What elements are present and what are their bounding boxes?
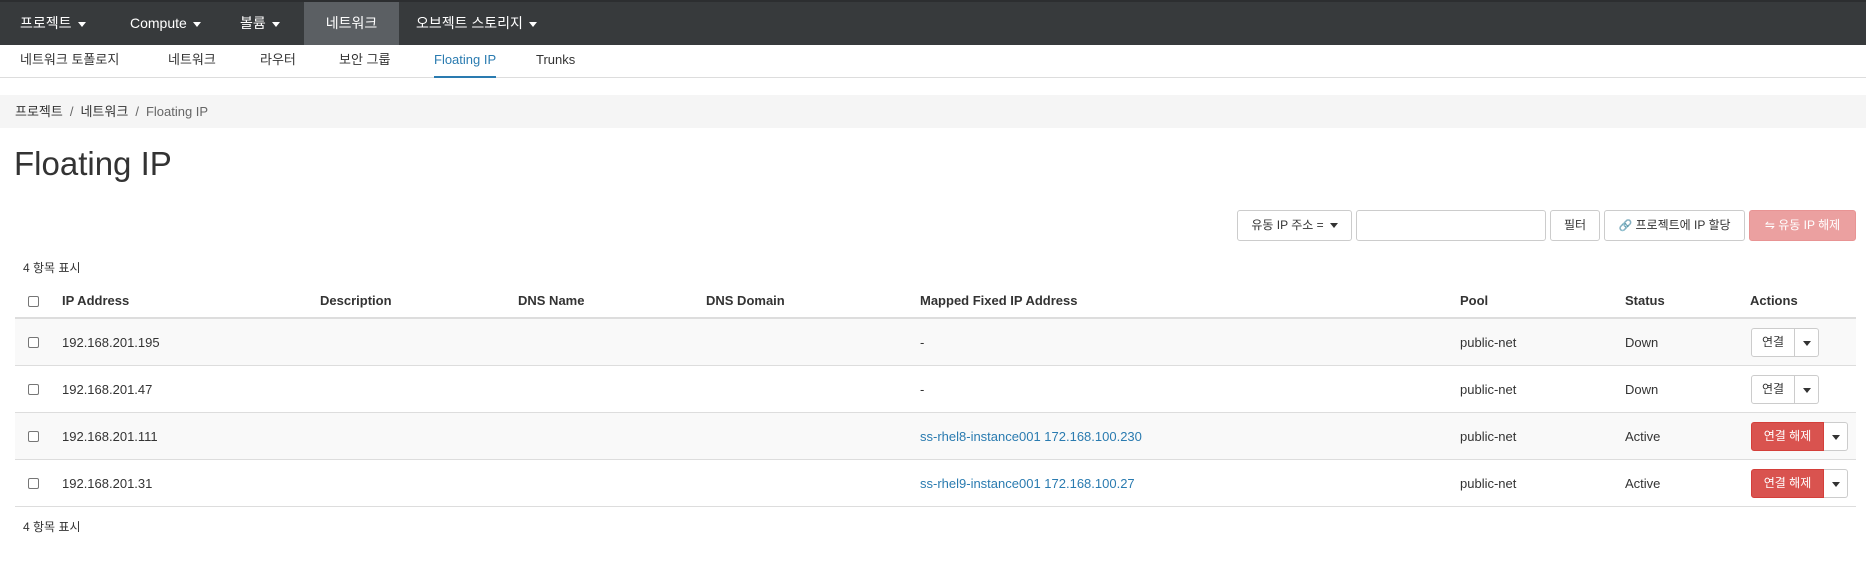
associate-button[interactable]: 연결: [1751, 328, 1795, 357]
filter-input[interactable]: [1356, 210, 1546, 241]
chevron-down-icon: [528, 21, 537, 27]
row-checkbox[interactable]: [28, 384, 39, 395]
row-status: Down: [1625, 335, 1659, 350]
row-pool: public-net: [1460, 335, 1517, 350]
table-row: 192.168.201.111 ss-rhel8-instance001 172…: [15, 413, 1856, 460]
allocate-ip-button[interactable]: 🔗 프로젝트에 IP 할당: [1604, 210, 1745, 241]
chevron-down-icon: [1802, 388, 1811, 394]
page-title: Floating IP: [14, 145, 172, 182]
column-pool[interactable]: Pool: [1460, 283, 1488, 319]
link-icon: 🔗: [1618, 220, 1633, 232]
topnav-item-project[interactable]: 프로젝트: [0, 2, 106, 45]
chevron-down-icon: [1831, 482, 1840, 488]
column-dns-name[interactable]: DNS Name: [518, 283, 584, 319]
row-status: Active: [1625, 429, 1661, 444]
disassociate-button[interactable]: 연결 해제: [1751, 469, 1824, 498]
column-actions: Actions: [1750, 293, 1798, 308]
breadcrumb-network[interactable]: 네트워크: [80, 104, 128, 119]
actions-dropdown-toggle[interactable]: [1795, 328, 1819, 357]
topnav-item-volume[interactable]: 볼륨: [220, 2, 300, 45]
row-ip-address: 192.168.201.47: [62, 382, 153, 397]
breadcrumb-project[interactable]: 프로젝트: [15, 104, 63, 119]
row-mapped-fixed-ip-link[interactable]: ss-rhel8-instance001 172.168.100.230: [920, 413, 1142, 460]
filter-field-select[interactable]: 유동 IP 주소 =: [1237, 210, 1352, 241]
filter-button[interactable]: 필터: [1550, 210, 1600, 241]
row-mapped-fixed-ip: -: [920, 382, 925, 397]
breadcrumb: 프로젝트 / 네트워크 / Floating IP: [0, 95, 1866, 128]
tab-routers[interactable]: 라우터: [260, 45, 296, 78]
topnav-item-object-storage[interactable]: 오브젝트 스토리지: [396, 2, 557, 45]
column-status[interactable]: Status: [1625, 283, 1665, 319]
chevron-down-icon: [1329, 223, 1338, 229]
row-ip-address: 192.168.201.195: [62, 335, 160, 350]
row-status: Down: [1625, 382, 1659, 397]
tab-trunks[interactable]: Trunks: [536, 45, 575, 78]
release-ip-button[interactable]: ⇋ 유동 IP 해제: [1749, 210, 1856, 241]
topnav-item-compute[interactable]: Compute: [110, 2, 221, 45]
item-count-bottom: 4 항목 표시: [23, 520, 81, 534]
chevron-down-icon: [192, 21, 201, 27]
row-checkbox[interactable]: [28, 337, 39, 348]
topnav-item-network[interactable]: 네트워크: [304, 2, 399, 45]
actions-dropdown-toggle[interactable]: [1824, 469, 1848, 498]
chevron-down-icon: [271, 21, 280, 27]
tab-network-topology[interactable]: 네트워크 토폴로지: [20, 45, 119, 78]
column-dns-domain[interactable]: DNS Domain: [706, 283, 785, 319]
actions-dropdown-toggle[interactable]: [1824, 422, 1848, 451]
select-all-checkbox[interactable]: [28, 296, 39, 307]
disassociate-button[interactable]: 연결 해제: [1751, 422, 1824, 451]
column-ip-address[interactable]: IP Address: [62, 283, 129, 319]
chevron-down-icon: [1831, 435, 1840, 441]
chevron-down-icon: [1802, 341, 1811, 347]
unlink-icon: ⇋: [1764, 218, 1775, 232]
row-pool: public-net: [1460, 476, 1517, 491]
associate-button[interactable]: 연결: [1751, 375, 1795, 404]
top-navigation: 프로젝트 Compute 볼륨 네트워크 오브젝트 스토리지: [0, 0, 1866, 45]
chevron-down-icon: [77, 21, 86, 27]
sub-navigation: 네트워크 토폴로지 네트워크 라우터 보안 그룹 Floating IP Tru…: [0, 45, 1866, 78]
row-checkbox[interactable]: [28, 431, 39, 442]
column-description[interactable]: Description: [320, 283, 392, 319]
row-ip-address: 192.168.201.111: [62, 429, 158, 444]
breadcrumb-current: Floating IP: [145, 104, 209, 119]
column-mapped-fixed-ip[interactable]: Mapped Fixed IP Address: [920, 283, 1078, 319]
item-count-top: 4 항목 표시: [23, 261, 81, 275]
row-mapped-fixed-ip-link[interactable]: ss-rhel9-instance001 172.168.100.27: [920, 460, 1135, 507]
table-row: 192.168.201.195 - public-net Down 연결: [15, 319, 1856, 366]
actions-dropdown-toggle[interactable]: [1795, 375, 1819, 404]
tab-floating-ip[interactable]: Floating IP: [434, 45, 497, 78]
row-pool: public-net: [1460, 429, 1517, 444]
row-checkbox[interactable]: [28, 478, 39, 489]
table-row: 192.168.201.31 ss-rhel9-instance001 172.…: [15, 460, 1856, 507]
row-status: Active: [1625, 476, 1661, 491]
tab-security-groups[interactable]: 보안 그룹: [339, 45, 390, 78]
table-row: 192.168.201.47 - public-net Down 연결: [15, 366, 1856, 413]
row-mapped-fixed-ip: -: [920, 335, 925, 350]
tab-networks[interactable]: 네트워크: [168, 45, 216, 78]
row-pool: public-net: [1460, 382, 1517, 397]
row-ip-address: 192.168.201.31: [62, 476, 153, 491]
table-toolbar: 유동 IP 주소 = 필터 🔗 프로젝트에 IP 할당 ⇋ 유동 IP 해제: [0, 210, 1866, 241]
table-header: IP Address Description DNS Name DNS Doma…: [15, 283, 1856, 319]
